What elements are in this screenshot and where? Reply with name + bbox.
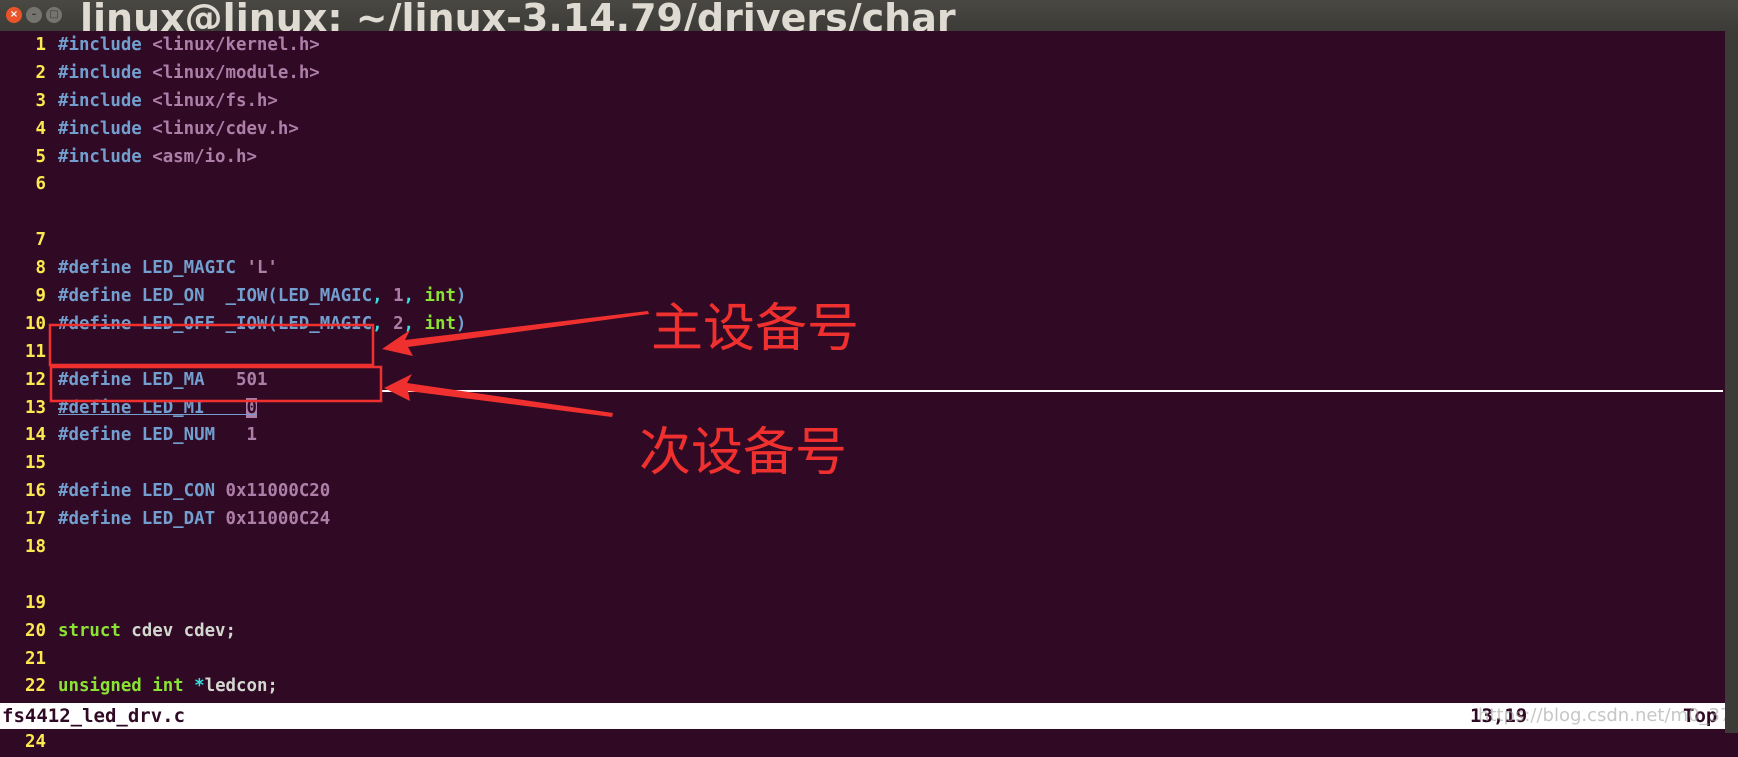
- minor-number-label: 次设备号: [639, 423, 848, 483]
- major-number-label: 主设备号: [651, 299, 860, 359]
- major-arrow: [382, 311, 649, 356]
- major-highlight-box: [48, 323, 375, 367]
- annotation-overlay: [48, 311, 1723, 417]
- code-line[interactable]: 24: [0, 729, 1725, 757]
- minor-arrow: [384, 374, 613, 417]
- line-number: 24: [25, 732, 46, 753]
- minor-highlight-box: [49, 365, 383, 403]
